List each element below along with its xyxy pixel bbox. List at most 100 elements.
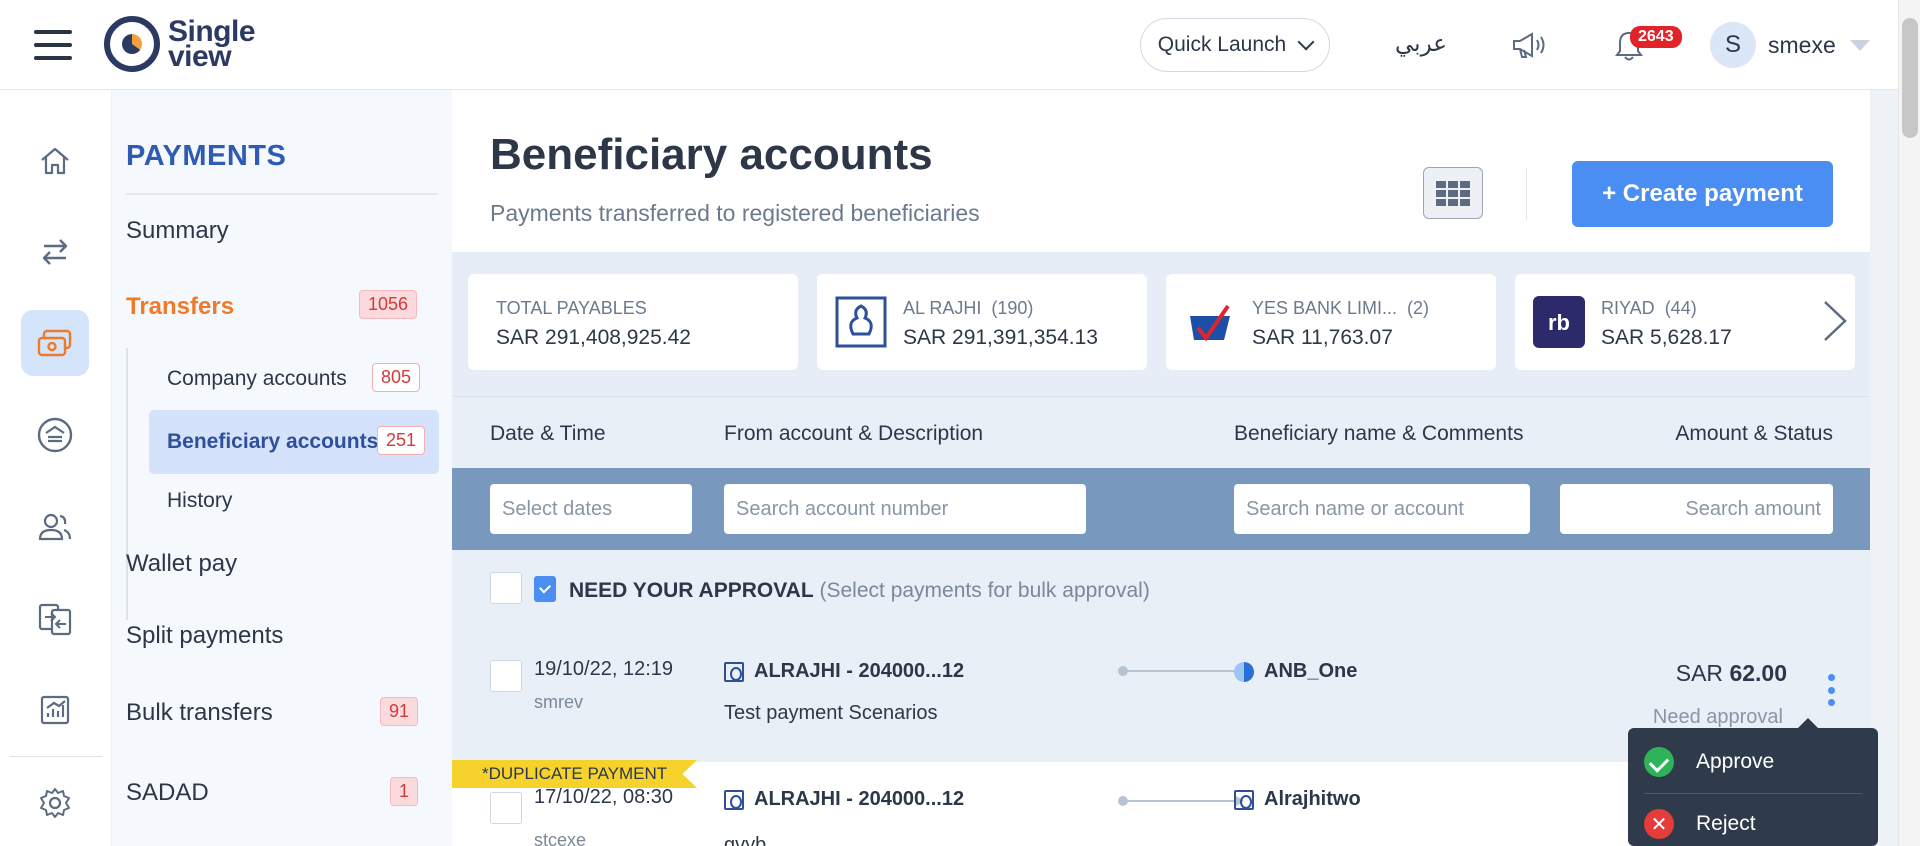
card-value: SAR 291,391,354.13 (903, 326, 1098, 349)
beneficiary-search-input[interactable] (1234, 484, 1530, 534)
reports-icon[interactable] (21, 677, 89, 743)
card-total-payables[interactable]: TOTAL PAYABLES SAR 291,408,925.42 (468, 274, 798, 370)
row-amount: SAR 62.00 (1675, 660, 1787, 686)
payments-subnav: PAYMENTS Summary Transfers 1056 Company … (112, 90, 452, 846)
column-date-time[interactable]: Date & Time (490, 422, 606, 446)
card-count: (2) (1407, 298, 1430, 318)
avatar[interactable]: S (1710, 22, 1756, 68)
card-value: SAR 5,628.17 (1601, 326, 1732, 349)
al-rajhi-logo-icon (835, 296, 887, 348)
logo[interactable]: Single view (104, 16, 256, 72)
transfer-connector-icon (1118, 666, 1244, 676)
card-label: TOTAL PAYABLES (496, 298, 647, 318)
savings-icon[interactable] (21, 402, 89, 468)
row-description: Test payment Scenarios (724, 702, 938, 724)
row-description: gvyb (724, 834, 767, 846)
nav-company-accounts[interactable]: Company accounts (167, 367, 347, 391)
page-header: Beneficiary accounts Payments transferre… (452, 90, 1870, 252)
username[interactable]: smexe (1768, 32, 1836, 59)
card-label: RIYAD (1601, 298, 1655, 318)
reject-menu-item[interactable]: ✕ Reject (1644, 798, 1862, 846)
row-status: Need approval (1652, 706, 1783, 728)
filter-bar (452, 468, 1870, 550)
quick-launch-label: Quick Launch (1157, 33, 1287, 56)
yes-bank-logo-icon (1190, 304, 1230, 342)
approve-menu-item[interactable]: Approve (1644, 736, 1862, 788)
select-all-checkbox[interactable] (490, 572, 522, 604)
megaphone-icon[interactable] (1510, 30, 1550, 60)
settings-icon[interactable] (21, 770, 89, 836)
nav-history[interactable]: History (167, 489, 232, 513)
home-icon[interactable] (21, 128, 89, 194)
header-separator (1526, 168, 1527, 220)
language-toggle[interactable]: عربي (1395, 30, 1447, 57)
icon-rail (0, 90, 112, 846)
row-checkbox[interactable] (490, 792, 522, 824)
transfer-connector-icon (1118, 796, 1244, 806)
nav-wallet-pay[interactable]: Wallet pay (126, 550, 237, 578)
more-options-icon[interactable] (1827, 674, 1835, 706)
approve-label: Approve (1696, 750, 1775, 773)
transfer-arrows-icon[interactable] (21, 218, 89, 284)
row-user: smrev (534, 692, 583, 712)
users-icon[interactable] (21, 494, 89, 560)
logo-mark-icon (104, 16, 160, 72)
payments-icon[interactable] (21, 310, 89, 376)
menu-divider (1644, 793, 1862, 794)
reject-label: Reject (1696, 812, 1756, 835)
nav-summary[interactable]: Summary (126, 217, 229, 245)
subnav-title: PAYMENTS (126, 140, 287, 172)
grid-view-button[interactable] (1423, 167, 1483, 219)
card-al-rajhi[interactable]: AL RAJHI (190) SAR 291,391,354.13 (817, 274, 1147, 370)
card-label: AL RAJHI (903, 298, 982, 318)
nav-split-payments[interactable]: Split payments (126, 622, 283, 650)
quick-launch-dropdown[interactable]: Quick Launch (1140, 18, 1330, 72)
card-yes-bank[interactable]: YES BANK LIMI... (2) SAR 11,763.07 (1166, 274, 1496, 370)
card-value: SAR 11,763.07 (1252, 326, 1393, 349)
date-filter-input[interactable] (490, 484, 692, 534)
card-label: YES BANK LIMI... (1252, 298, 1398, 318)
row-from-account: ALRAJHI - 204000...12 (724, 660, 984, 683)
grid-icon (1436, 180, 1470, 206)
card-count: (190) (991, 298, 1034, 318)
page-scrollbar[interactable] (1898, 0, 1920, 846)
row-datetime: 17/10/22, 08:30 (534, 786, 674, 808)
al-rajhi-icon (1234, 789, 1254, 810)
transfers-count-badge: 1056 (359, 290, 418, 319)
anb-icon (1234, 661, 1254, 682)
chevron-right-icon[interactable] (1821, 298, 1849, 344)
row-user: stcexe (534, 830, 587, 846)
company-accounts-count-badge: 805 (372, 363, 421, 392)
row-checkbox[interactable] (490, 660, 522, 692)
column-beneficiary[interactable]: Beneficiary name & Comments (1234, 422, 1523, 446)
page-title: Beneficiary accounts (490, 130, 933, 179)
subnav-divider (126, 193, 438, 195)
nav-sadad[interactable]: SADAD (126, 779, 209, 807)
nav-bulk-transfers[interactable]: Bulk transfers (126, 699, 273, 727)
riyad-bank-logo-icon: rb (1533, 296, 1585, 348)
create-payment-button[interactable]: + Create payment (1572, 161, 1833, 227)
card-count: (44) (1664, 298, 1697, 318)
document-exchange-icon[interactable] (21, 586, 89, 652)
card-riyad[interactable]: rb RIYAD (44) SAR 5,628.17 (1515, 274, 1855, 370)
hamburger-menu-icon[interactable] (34, 30, 72, 60)
chevron-down-icon (1297, 33, 1315, 51)
notification-count-badge: 2643 (1630, 26, 1682, 48)
scrollbar-thumb[interactable] (1902, 18, 1918, 138)
bulk-approval-icon (534, 576, 556, 602)
column-from-account[interactable]: From account & Description (724, 422, 983, 446)
amount-search-input[interactable] (1560, 484, 1833, 534)
check-circle-icon (1644, 747, 1674, 777)
card-value: SAR 291,408,925.42 (496, 326, 691, 349)
row-from-account: ALRAJHI - 204000...12 (724, 788, 984, 811)
row-action-menu: Approve ✕ Reject (1628, 718, 1878, 846)
nav-beneficiary-accounts[interactable]: Beneficiary accounts (167, 430, 378, 454)
svg-text:rb: rb (1548, 310, 1570, 335)
column-amount-status[interactable]: Amount & Status (1675, 422, 1833, 446)
sadad-count-badge: 1 (390, 777, 419, 806)
user-menu-caret-icon[interactable] (1850, 40, 1870, 51)
nav-transfers[interactable]: Transfers (126, 293, 234, 321)
rail-divider (10, 756, 102, 757)
approval-section-title: NEED YOUR APPROVAL (Select payments for … (569, 579, 1150, 602)
account-search-input[interactable] (724, 484, 1086, 534)
